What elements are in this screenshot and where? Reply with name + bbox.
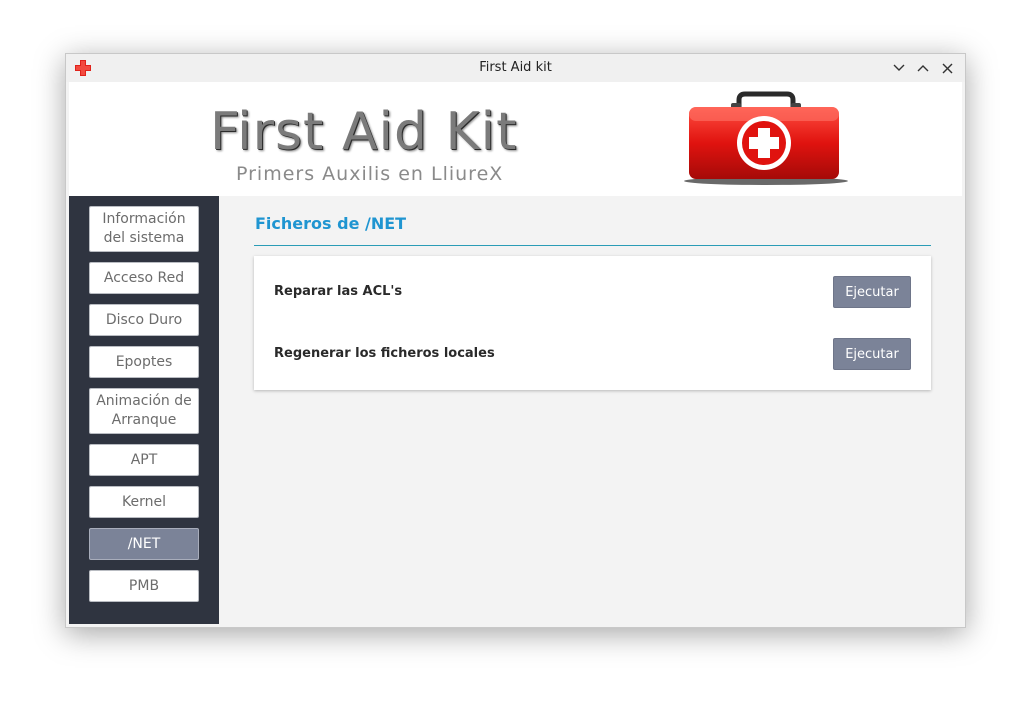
header-banner: First Aid Kit Primers Auxilis en LliureX: [69, 82, 962, 196]
action-label-repair-acls: Reparar las ACL's: [274, 284, 403, 299]
sidebar-item-pmb[interactable]: PMB: [89, 570, 199, 602]
app-window: First Aid kit First Aid Kit Primers Auxi…: [65, 53, 966, 628]
sidebar: Información del sistema Acceso Red Disco…: [69, 196, 219, 624]
window-title: First Aid kit: [479, 60, 552, 75]
close-icon[interactable]: [937, 58, 957, 78]
banner-title: First Aid Kit: [210, 102, 518, 162]
sidebar-item-boot-animation[interactable]: Animación de Arranque: [89, 388, 199, 434]
sidebar-item-hard-disk[interactable]: Disco Duro: [89, 304, 199, 336]
execute-repair-acls-button[interactable]: Ejecutar: [833, 276, 911, 308]
section-divider: [254, 245, 931, 246]
action-label-regenerate-local-files: Regenerar los ficheros locales: [274, 346, 495, 361]
sidebar-item-system-info[interactable]: Información del sistema: [89, 206, 199, 252]
maximize-icon[interactable]: [913, 58, 933, 78]
actions-card: Reparar las ACL's Ejecutar Regenerar los…: [254, 256, 931, 390]
sidebar-item-net[interactable]: /NET: [89, 528, 199, 560]
first-aid-kit-icon: [681, 90, 851, 190]
banner-subtitle: Primers Auxilis en LliureX: [236, 163, 504, 185]
execute-regenerate-local-files-button[interactable]: Ejecutar: [833, 338, 911, 370]
section-title: Ficheros de /NET: [255, 214, 407, 233]
sidebar-item-network-access[interactable]: Acceso Red: [89, 262, 199, 294]
sidebar-item-epoptes[interactable]: Epoptes: [89, 346, 199, 378]
sidebar-item-kernel[interactable]: Kernel: [89, 486, 199, 518]
minimize-icon[interactable]: [889, 58, 909, 78]
title-bar[interactable]: First Aid kit: [66, 54, 965, 82]
sidebar-item-apt[interactable]: APT: [89, 444, 199, 476]
